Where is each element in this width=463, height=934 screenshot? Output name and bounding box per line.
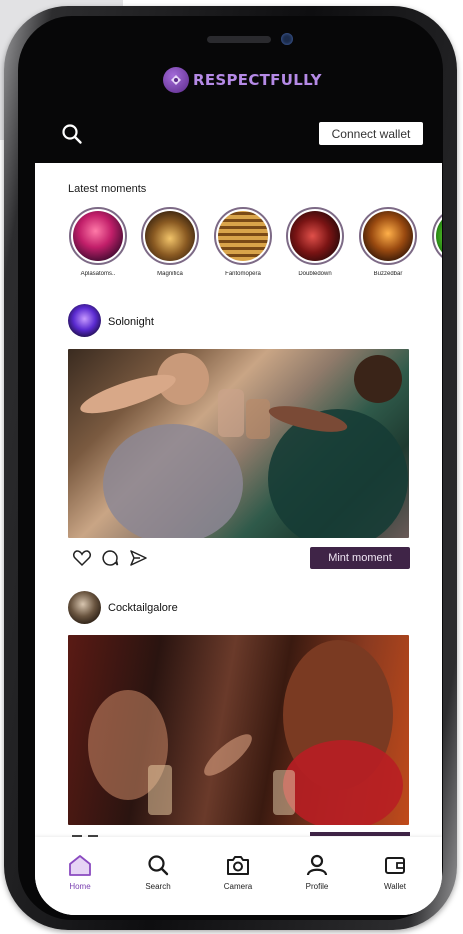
camera-icon (208, 853, 268, 877)
post-photo[interactable] (68, 349, 409, 538)
phone-speaker (207, 36, 271, 43)
story-ring (286, 207, 344, 265)
story-item[interactable]: Fantomopera (210, 207, 276, 277)
post-username[interactable]: Solonight (108, 316, 154, 328)
search-icon[interactable] (60, 122, 84, 146)
brand-logo-icon (163, 67, 189, 93)
post-avatar[interactable] (68, 591, 101, 624)
nav-profile[interactable]: Profile (287, 853, 347, 891)
post-avatar[interactable] (68, 304, 101, 337)
story-ring (141, 207, 199, 265)
story-label: Doubledown (298, 271, 332, 277)
story-ring (214, 207, 272, 265)
story-item[interactable]: Doubledown (282, 207, 348, 277)
brand-name: RESPECTFULLY (193, 71, 322, 89)
story-thumbnail (290, 211, 340, 261)
home-icon (50, 853, 110, 877)
nav-label: Camera (223, 882, 253, 891)
nav-label: Search (145, 882, 171, 891)
nav-label: Wallet (384, 882, 406, 891)
nav-label: Home (69, 882, 91, 891)
nav-wallet[interactable]: Wallet (365, 853, 425, 891)
send-icon[interactable] (128, 548, 148, 568)
story-ring (432, 207, 442, 265)
wallet-icon (365, 853, 425, 877)
comment-icon[interactable] (100, 548, 120, 568)
latest-moments-title: Latest moments (68, 183, 147, 195)
story-thumbnail (218, 211, 268, 261)
post-actions (72, 548, 148, 568)
story-ring (69, 207, 127, 265)
front-camera (281, 33, 293, 45)
nav-home[interactable]: Home (50, 853, 110, 891)
mint-moment-button[interactable]: Mint moment (310, 547, 410, 569)
story-label: Fantomopera (225, 271, 261, 277)
story-item[interactable]: Buzzedbar (355, 207, 421, 277)
connect-wallet-button[interactable]: Connect wallet (319, 122, 423, 145)
post-username[interactable]: Cocktailgalore (108, 602, 178, 614)
story-ring (359, 207, 417, 265)
story-item[interactable]: Aplasatoms.. (65, 207, 131, 277)
story-item[interactable]: Th (428, 207, 442, 277)
app-screen: Latest moments Aplasatoms.. Magnifica Fa… (35, 163, 442, 915)
post-photo-scene (88, 640, 403, 825)
story-label: Buzzedbar (373, 271, 403, 277)
heart-icon[interactable] (72, 548, 92, 568)
story-thumbnail (73, 211, 123, 261)
mint-moment-button[interactable] (310, 832, 410, 836)
post-photo-scene (80, 353, 408, 538)
story-label: Magnifica (157, 271, 183, 277)
nav-search[interactable]: Search (128, 853, 188, 891)
story-thumbnail (436, 211, 442, 261)
bottom-navigation: Home Search Camera Profile Wallet (35, 837, 442, 915)
nav-label: Profile (305, 882, 329, 891)
story-item[interactable]: Magnifica (137, 207, 203, 277)
story-thumbnail (363, 211, 413, 261)
search-icon (128, 853, 188, 877)
profile-icon (287, 853, 347, 877)
app-brand: RESPECTFULLY (163, 66, 322, 94)
story-label: Th (428, 271, 442, 277)
story-thumbnail (145, 211, 195, 261)
nav-camera[interactable]: Camera (208, 853, 268, 891)
story-label: Aplasatoms.. (80, 271, 116, 277)
stories-row: Aplasatoms.. Magnifica Fantomopera Doubl… (35, 207, 442, 282)
post-photo[interactable] (68, 635, 409, 825)
